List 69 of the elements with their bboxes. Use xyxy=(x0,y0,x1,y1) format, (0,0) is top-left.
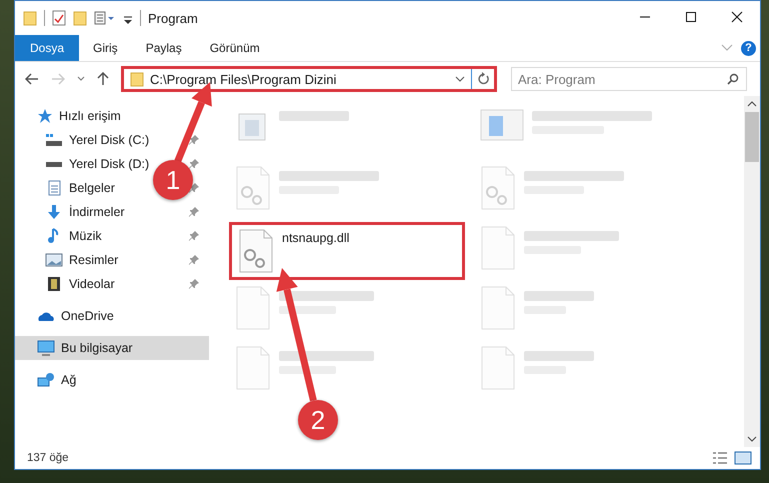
maximize-icon xyxy=(685,11,697,23)
address-path: C:\Program Files\Program Dizini xyxy=(150,72,338,86)
blank-file-icon xyxy=(235,346,271,390)
gear-file-icon xyxy=(480,166,516,210)
download-icon xyxy=(45,204,63,220)
blank-file-icon xyxy=(480,286,516,330)
folder-icon[interactable] xyxy=(23,10,37,26)
gear-file-icon xyxy=(238,229,274,273)
pin-icon[interactable] xyxy=(189,207,199,217)
expand-ribbon-icon[interactable] xyxy=(721,44,733,52)
recent-dropdown-icon[interactable] xyxy=(77,76,85,82)
minimize-icon xyxy=(639,16,651,18)
ribbon-tab[interactable]: Dosya xyxy=(15,35,80,61)
sidebar-item[interactable]: Ağ xyxy=(15,368,209,392)
sidebar-item[interactable]: İndirmeler xyxy=(15,200,125,224)
blank-file-icon xyxy=(235,286,271,330)
blurred-text xyxy=(524,291,594,301)
back-icon[interactable] xyxy=(25,73,39,85)
scrollbar[interactable] xyxy=(744,96,760,447)
properties-icon[interactable] xyxy=(52,10,66,26)
sidebar-item[interactable]: Müzik xyxy=(15,224,102,248)
film-icon xyxy=(45,276,63,292)
refresh-icon[interactable] xyxy=(478,72,490,86)
gear-file-icon xyxy=(235,166,271,210)
pin-icon[interactable] xyxy=(189,159,199,169)
new-folder-icon[interactable] xyxy=(73,10,87,26)
large-icons-view-icon[interactable] xyxy=(734,451,752,465)
drive-icon xyxy=(45,162,63,166)
blank-file-icon xyxy=(480,346,516,390)
search-field[interactable]: Ara: Program xyxy=(511,67,747,91)
sidebar-item[interactable]: OneDrive xyxy=(15,304,209,328)
blurred-text xyxy=(279,111,349,121)
drive-icon xyxy=(45,133,63,147)
sidebar-item[interactable]: Yerel Disk (D:) xyxy=(15,152,150,176)
details-view-icon[interactable] xyxy=(712,451,728,465)
pin-icon[interactable] xyxy=(189,279,199,289)
folder-icon xyxy=(130,71,144,87)
blurred-text xyxy=(524,351,594,361)
sidebar-item[interactable]: Hızlı erişim xyxy=(15,104,209,128)
dropdown-icon[interactable] xyxy=(455,76,465,82)
item-count: 137 öğe xyxy=(27,452,69,464)
window-title: Program xyxy=(148,10,198,26)
pin-icon[interactable] xyxy=(189,231,199,241)
sidebar-item[interactable]: Bu bilgisayar xyxy=(15,336,209,360)
pin-icon[interactable] xyxy=(189,183,199,193)
search-icon xyxy=(727,73,739,85)
sidebar-item[interactable]: Yerel Disk (C:) xyxy=(15,128,150,152)
forward-icon[interactable] xyxy=(51,73,65,85)
help-button[interactable]: ? xyxy=(741,40,756,56)
view-dropdown-icon[interactable] xyxy=(94,10,116,26)
scrollbar-thumb[interactable] xyxy=(745,112,759,162)
network-icon xyxy=(37,372,55,388)
picture-icon xyxy=(45,253,63,267)
pin-icon[interactable] xyxy=(189,135,199,145)
sidebar-item[interactable]: Resimler xyxy=(15,248,118,272)
scroll-up-icon[interactable] xyxy=(747,100,757,108)
file-item[interactable]: ntsnaupg.dll xyxy=(229,222,465,280)
close-icon xyxy=(731,11,743,23)
sidebar-item[interactable]: Belgeler xyxy=(15,176,115,200)
scroll-down-icon[interactable] xyxy=(747,435,757,443)
cloud-icon xyxy=(37,310,55,322)
blank-file-icon xyxy=(480,226,516,270)
sidebar-item[interactable]: Videolar xyxy=(15,272,115,296)
file-name: ntsnaupg.dll xyxy=(282,231,350,245)
pin-icon[interactable] xyxy=(189,255,199,265)
star-icon xyxy=(37,108,53,124)
computer-icon xyxy=(37,340,55,356)
up-icon[interactable] xyxy=(97,72,109,86)
address-bar[interactable]: C:\Program Files\Program Dizini xyxy=(121,66,497,92)
